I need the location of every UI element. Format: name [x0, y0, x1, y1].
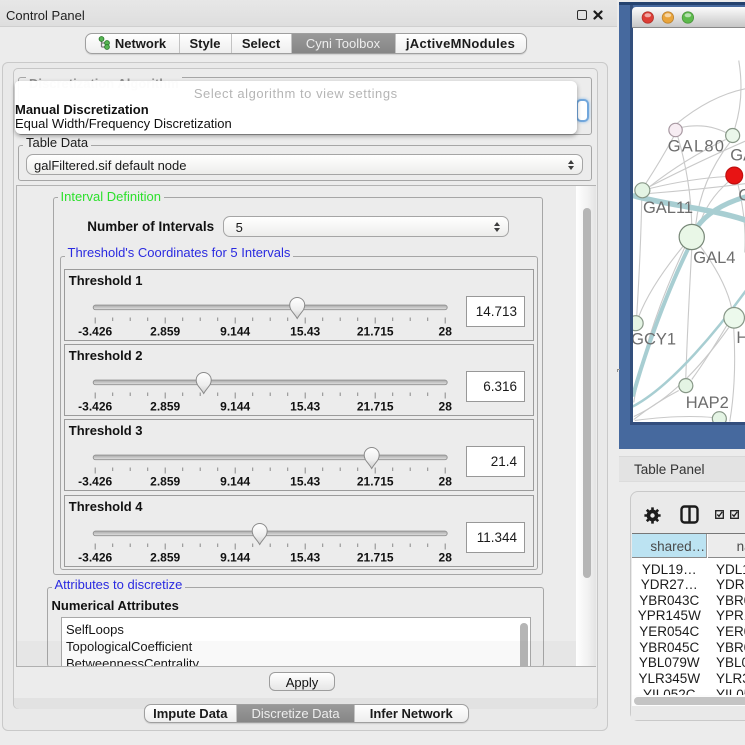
svg-text:9.144: 9.144 [220, 324, 250, 338]
svg-text:15.43: 15.43 [290, 400, 320, 414]
svg-text:21.715: 21.715 [357, 550, 394, 564]
svg-text:GAL11: GAL11 [642, 198, 692, 216]
svg-text:2.859: 2.859 [150, 550, 180, 564]
svg-text:9.144: 9.144 [220, 400, 250, 414]
svg-text:-3.426: -3.426 [78, 324, 112, 338]
svg-text:2.859: 2.859 [150, 400, 180, 414]
svg-text:HAP2: HAP2 [685, 394, 728, 412]
svg-text:GAL80: GAL80 [667, 137, 724, 155]
svg-text:-3.426: -3.426 [78, 550, 112, 564]
svg-text:GAL: GAL [730, 146, 745, 164]
svg-text:15.43: 15.43 [290, 324, 320, 338]
svg-text:9.144: 9.144 [220, 550, 250, 564]
svg-text:28: 28 [438, 475, 452, 489]
svg-text:21.715: 21.715 [357, 400, 394, 414]
svg-text:15.43: 15.43 [290, 550, 320, 564]
svg-text:9.144: 9.144 [220, 475, 250, 489]
svg-text:21.715: 21.715 [357, 475, 394, 489]
svg-text:-3.426: -3.426 [78, 475, 112, 489]
svg-text:28: 28 [438, 324, 452, 338]
svg-text:2.859: 2.859 [150, 324, 180, 338]
svg-text:28: 28 [438, 400, 452, 414]
svg-text:H: H [736, 329, 745, 347]
svg-text:2.859: 2.859 [150, 475, 180, 489]
svg-text:GCY1: GCY1 [633, 330, 676, 348]
svg-text:21.715: 21.715 [357, 324, 394, 338]
svg-text:CY: CY [738, 186, 745, 204]
svg-text:-3.426: -3.426 [78, 400, 112, 414]
svg-text:28: 28 [438, 550, 452, 564]
svg-text:15.43: 15.43 [290, 475, 320, 489]
svg-text:GAL4: GAL4 [693, 249, 735, 267]
